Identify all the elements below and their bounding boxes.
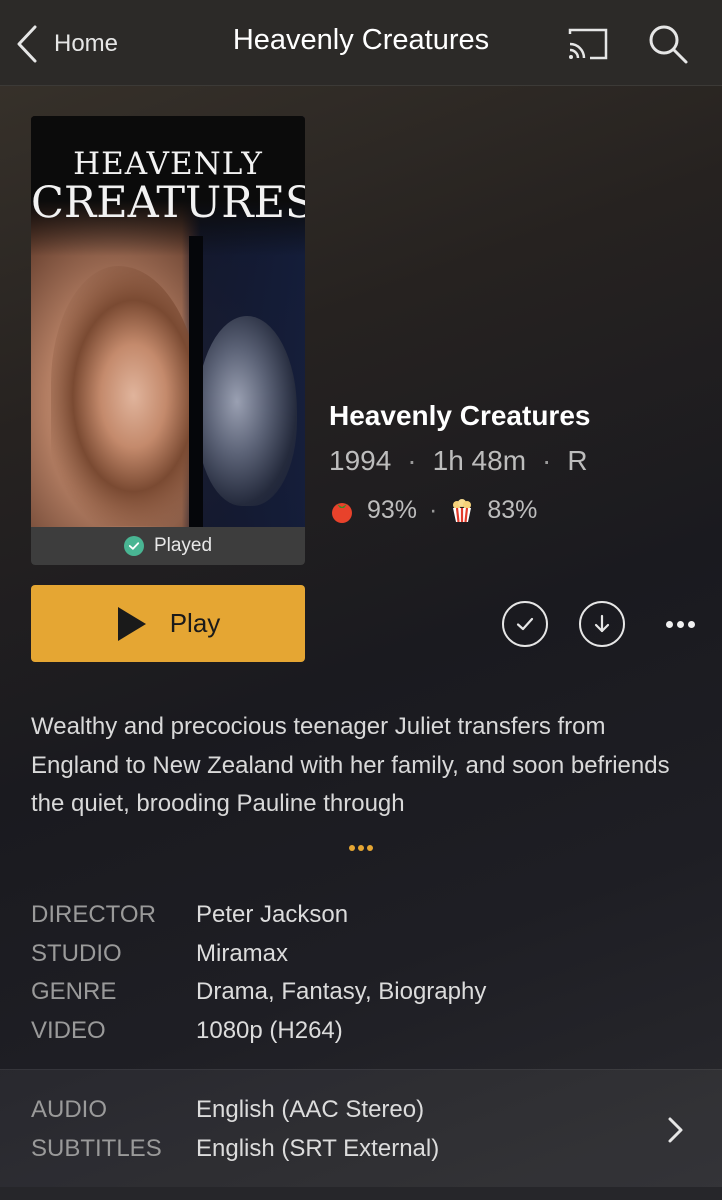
popcorn-icon <box>453 498 472 522</box>
search-icon <box>649 25 688 64</box>
stream-row-subtitles: SUBTITLES English (SRT External) <box>31 1130 439 1169</box>
detail-row-video: VIDEO 1080p (H264) <box>31 1012 486 1051</box>
separator-dot: · <box>542 445 552 476</box>
detail-value: Peter Jackson <box>196 901 349 929</box>
expand-summary-button[interactable] <box>346 838 376 858</box>
download-button[interactable] <box>579 601 625 647</box>
chevron-left-icon <box>17 25 37 63</box>
play-label: Play <box>169 608 221 638</box>
play-icon <box>117 606 146 641</box>
poster-image: HEAVENLY CREATURES <box>31 116 305 527</box>
detail-row-genre: GENRE Drama, Fantasy, Biography <box>31 973 486 1012</box>
movie-year: 1994 <box>329 445 392 476</box>
detail-row-studio: STUDIO Miramax <box>31 935 486 974</box>
detail-key: DIRECTOR <box>31 901 156 929</box>
cast-button[interactable] <box>566 22 610 66</box>
poster-title-line2: CREATURES <box>31 178 305 228</box>
more-icon[interactable] <box>661 610 699 638</box>
check-icon <box>516 617 534 631</box>
back-label: Home <box>54 30 119 57</box>
ratings: 93% · 83% <box>329 496 537 525</box>
stream-row-audio: AUDIO English (AAC Stereo) <box>31 1091 439 1130</box>
separator-dot: · <box>429 496 438 524</box>
detail-key: AUDIO <box>31 1096 108 1124</box>
mark-watched-button[interactable] <box>502 601 548 647</box>
top-nav-bar: Home Heavenly Creatures <box>0 0 722 86</box>
detail-value: 1080p (H264) <box>196 1016 343 1044</box>
check-circle-icon <box>123 536 144 556</box>
detail-value: Miramax <box>196 939 289 967</box>
played-label: Played <box>153 535 213 556</box>
audio-subtitle-selector[interactable]: AUDIO English (AAC Stereo) SUBTITLES Eng… <box>0 1069 722 1187</box>
critic-score: 93% <box>367 496 418 524</box>
detail-value: English (SRT External) <box>196 1134 440 1162</box>
search-button[interactable] <box>646 22 690 66</box>
movie-duration: 1h 48m <box>432 445 527 476</box>
detail-value: English (AAC Stereo) <box>196 1096 425 1124</box>
detail-key: VIDEO <box>31 1016 106 1044</box>
played-status: Played <box>31 527 305 565</box>
detail-key: GENRE <box>31 978 117 1006</box>
poster-title-line1: HEAVENLY <box>73 146 263 182</box>
separator-dot: · <box>407 445 417 476</box>
movie-info-line: 1994 · 1h 48m · R <box>329 445 588 477</box>
tomato-icon <box>332 502 352 523</box>
cast-icon <box>568 28 608 60</box>
divider <box>0 1187 722 1200</box>
detail-key: STUDIO <box>31 939 122 967</box>
back-button[interactable]: Home <box>14 22 118 66</box>
movie-title: Heavenly Creatures <box>329 400 591 431</box>
chevron-right-icon <box>668 1117 683 1143</box>
detail-value: Drama, Fantasy, Biography <box>196 978 487 1006</box>
play-button[interactable]: Play <box>31 585 305 662</box>
details-list: DIRECTOR Peter Jackson STUDIO Miramax GE… <box>31 896 486 1050</box>
audience-score: 83% <box>487 496 538 524</box>
download-icon <box>594 614 610 633</box>
detail-key: SUBTITLES <box>31 1134 162 1162</box>
movie-rating: R <box>567 445 588 476</box>
detail-row-director: DIRECTOR Peter Jackson <box>31 896 486 935</box>
summary-text: Wealthy and precocious teenager Juliet t… <box>31 713 670 817</box>
poster[interactable]: HEAVENLY CREATURES Played <box>31 116 305 565</box>
